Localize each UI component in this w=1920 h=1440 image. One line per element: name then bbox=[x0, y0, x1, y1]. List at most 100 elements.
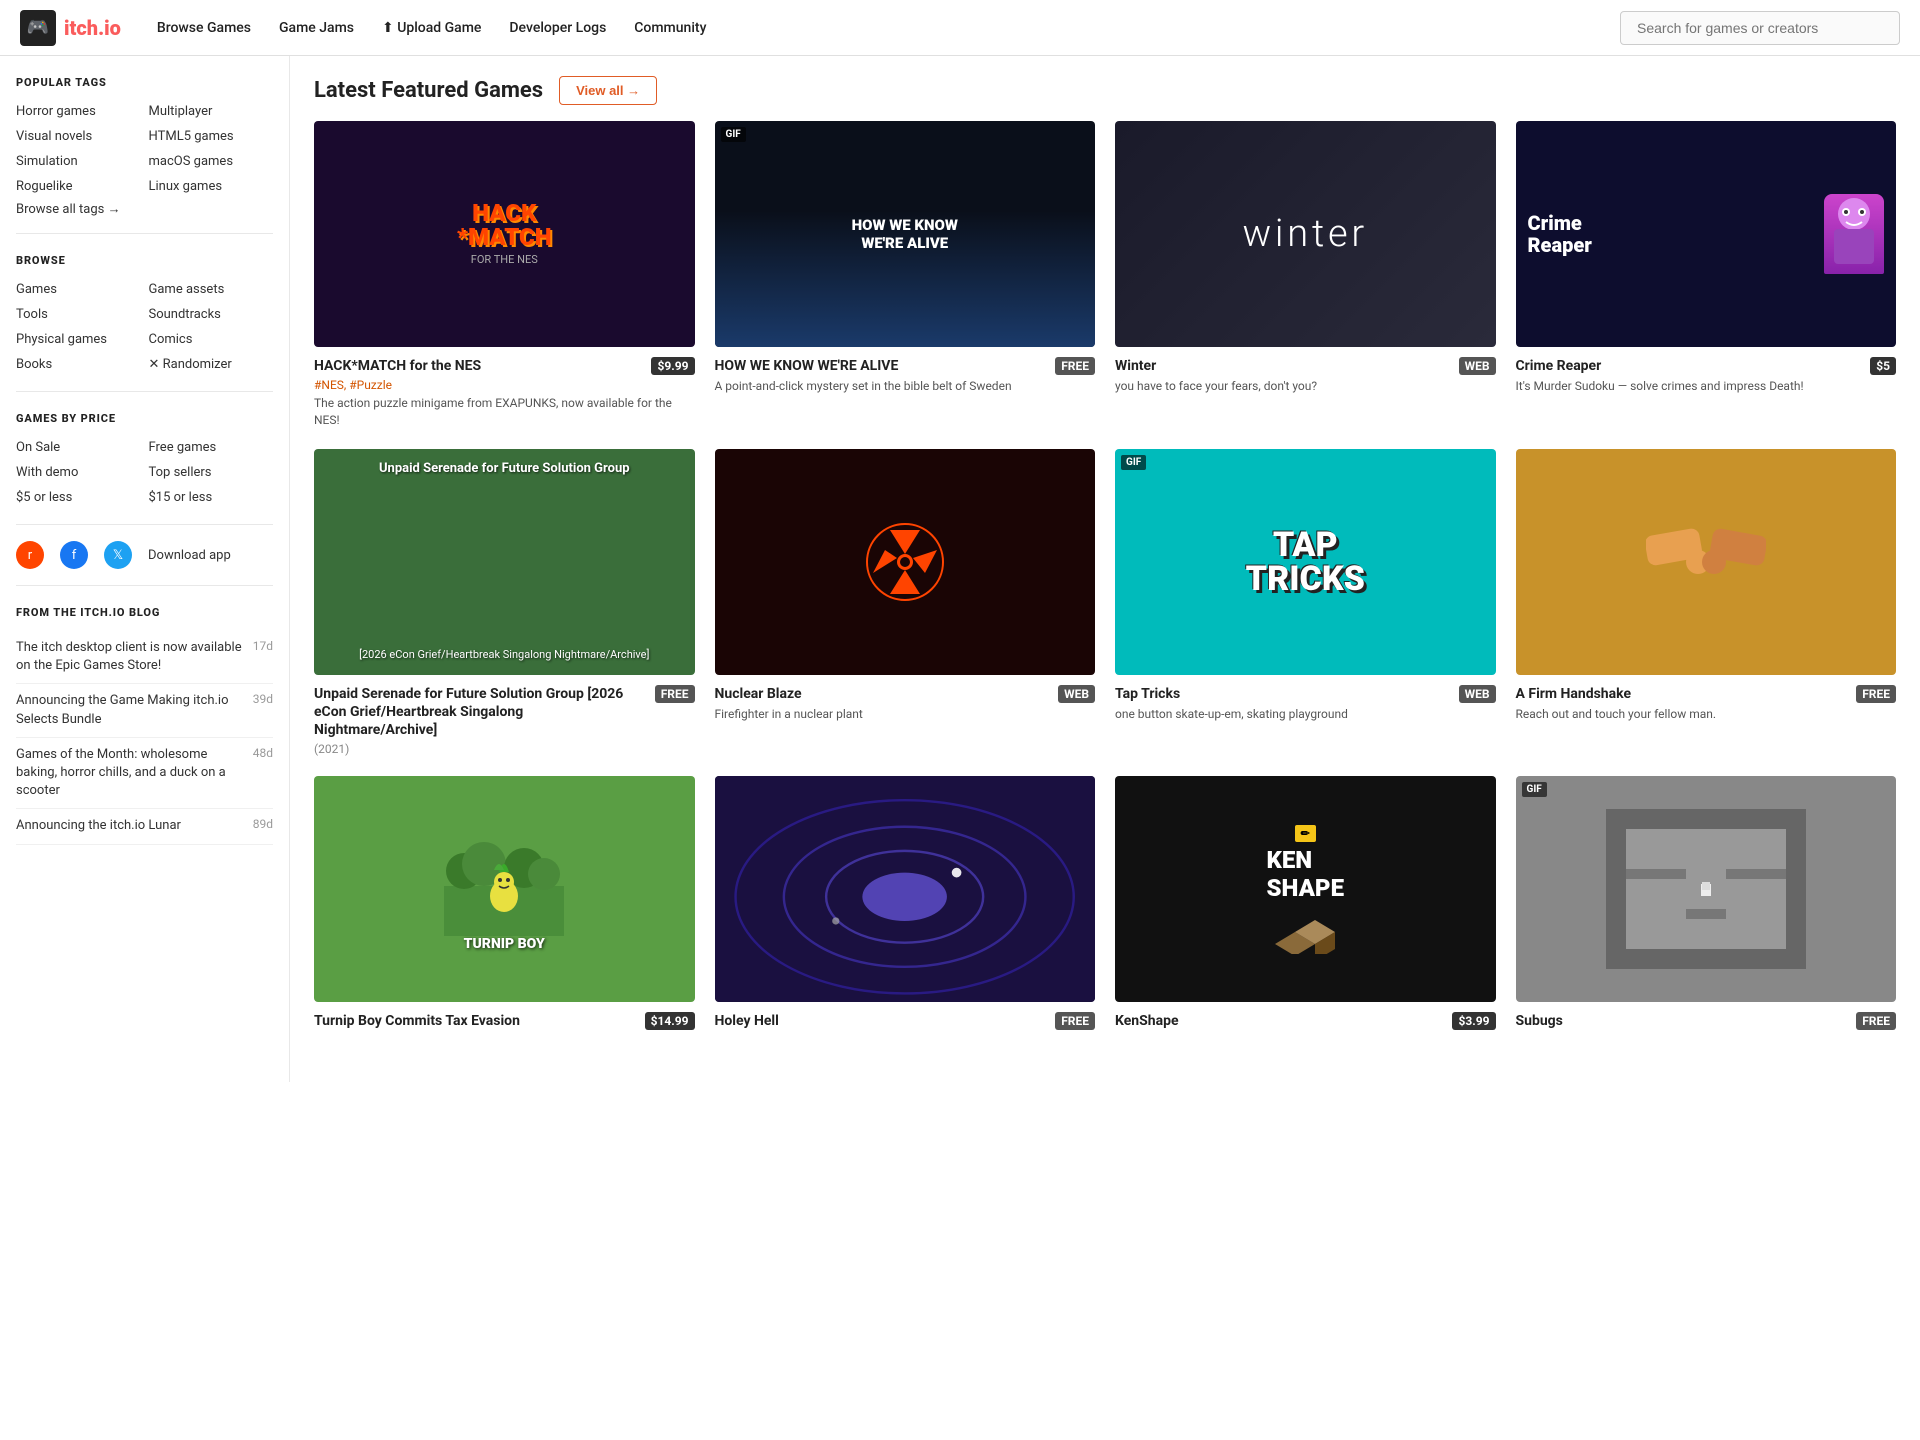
browse-games-link[interactable]: Games bbox=[16, 279, 141, 300]
price-top-sellers-link[interactable]: Top sellers bbox=[149, 462, 274, 483]
blog-item-days: 39d bbox=[253, 692, 273, 728]
blog-section: The itch desktop client is now available… bbox=[16, 631, 273, 845]
price-on-sale-link[interactable]: On Sale bbox=[16, 437, 141, 458]
game-desc: A point-and-click mystery set in the bib… bbox=[715, 378, 1096, 395]
nav-developer-logs[interactable]: Developer Logs bbox=[497, 12, 618, 44]
blog-item[interactable]: Announcing the Game Making itch.io Selec… bbox=[16, 684, 273, 737]
tag-multiplayer[interactable]: Multiplayer bbox=[149, 101, 274, 122]
game-thumbnail-unpaid-serenade: Unpaid Serenade for Future Solution Grou… bbox=[314, 449, 695, 675]
game-price: WEB bbox=[1459, 357, 1496, 375]
nav-browse-games[interactable]: Browse Games bbox=[145, 12, 263, 44]
game-card-turnip-boy[interactable]: TURNIP BOY Turnip Boy Commits Tax Evasio… bbox=[314, 776, 695, 1030]
logo-icon: 🎮 bbox=[20, 10, 56, 46]
game-price: WEB bbox=[1459, 685, 1496, 703]
price-with-demo-link[interactable]: With demo bbox=[16, 462, 141, 483]
search-input[interactable] bbox=[1620, 11, 1900, 45]
game-card-nuclear-blaze[interactable]: Nuclear Blaze WEB Firefighter in a nucle… bbox=[715, 449, 1096, 756]
game-thumbnail-kenshape: ✏ KENSHAPE bbox=[1115, 776, 1496, 1002]
game-desc: you have to face your fears, don't you? bbox=[1115, 378, 1496, 395]
price-5-or-less-link[interactable]: $5 or less bbox=[16, 487, 141, 508]
tag-simulation[interactable]: Simulation bbox=[16, 151, 141, 172]
twitter-icon[interactable]: 𝕏 bbox=[104, 541, 132, 569]
game-tags: #NES, #Puzzle bbox=[314, 378, 695, 392]
blog-title: FROM THE ITCH.IO BLOG bbox=[16, 606, 273, 619]
tag-roguelike[interactable]: Roguelike bbox=[16, 176, 141, 197]
nav-game-jams[interactable]: Game Jams bbox=[267, 12, 366, 44]
game-thumbnail-crime-reaper: CrimeReaper bbox=[1516, 121, 1897, 347]
download-app-link[interactable]: Download app bbox=[148, 548, 231, 563]
game-title: Nuclear Blaze bbox=[715, 685, 1051, 703]
game-card-firm-handshake[interactable]: A Firm Handshake FREE Reach out and touc… bbox=[1516, 449, 1897, 756]
blog-item[interactable]: The itch desktop client is now available… bbox=[16, 631, 273, 684]
game-card-subugs[interactable]: GIF bbox=[1516, 776, 1897, 1030]
tag-html5-games[interactable]: HTML5 games bbox=[149, 126, 274, 147]
nav-community[interactable]: Community bbox=[622, 12, 718, 44]
game-price: FREE bbox=[1055, 357, 1095, 375]
browse-title: BROWSE bbox=[16, 254, 273, 267]
game-title: Tap Tricks bbox=[1115, 685, 1451, 703]
reddit-icon[interactable]: r bbox=[16, 541, 44, 569]
game-thumbnail-turnip-boy: TURNIP BOY bbox=[314, 776, 695, 1002]
blog-item-text: The itch desktop client is now available… bbox=[16, 639, 245, 675]
game-title: Turnip Boy Commits Tax Evasion bbox=[314, 1012, 637, 1030]
gif-badge: GIF bbox=[1121, 455, 1146, 470]
game-thumbnail-nuclear-blaze bbox=[715, 449, 1096, 675]
view-all-button[interactable]: View all → bbox=[559, 76, 657, 105]
game-card-crime-reaper[interactable]: CrimeReaper bbox=[1516, 121, 1897, 429]
game-title: Crime Reaper bbox=[1516, 357, 1863, 375]
game-thumbnail-winter: winter bbox=[1115, 121, 1496, 347]
game-desc: one button skate-up-em, skating playgrou… bbox=[1115, 706, 1496, 723]
game-price: FREE bbox=[1055, 1012, 1095, 1030]
game-thumbnail-holey-hell: GIF bbox=[715, 776, 1096, 1002]
blog-item[interactable]: Announcing the itch.io Lunar 89d bbox=[16, 809, 273, 844]
browse-soundtracks-link[interactable]: Soundtracks bbox=[149, 304, 274, 325]
blog-item-text: Games of the Month: wholesome baking, ho… bbox=[16, 746, 245, 801]
game-title: Subugs bbox=[1516, 1012, 1849, 1030]
logo-text: itch.io bbox=[64, 16, 121, 40]
game-card-hack-match[interactable]: HACK*MATCH FOR THE NES HACK*MATCH for th… bbox=[314, 121, 695, 429]
browse-books-link[interactable]: Books bbox=[16, 354, 141, 375]
site-header: 🎮 itch.io Browse Games Game Jams ⬆ Uploa… bbox=[0, 0, 1920, 56]
game-price: $5 bbox=[1870, 357, 1896, 375]
tag-linux-games[interactable]: Linux games bbox=[149, 176, 274, 197]
game-title: Holey Hell bbox=[715, 1012, 1048, 1030]
game-title: KenShape bbox=[1115, 1012, 1444, 1030]
game-price: FREE bbox=[1856, 1012, 1896, 1030]
price-15-or-less-link[interactable]: $15 or less bbox=[149, 487, 274, 508]
game-price: WEB bbox=[1058, 685, 1095, 703]
game-card-kenshape[interactable]: ✏ KENSHAPE KenShape $3.99 bbox=[1115, 776, 1496, 1030]
blog-item-days: 17d bbox=[253, 639, 273, 675]
game-card-how-we-know[interactable]: GIF HOW WE KNOWWE'RE ALIVE HOW WE KNOW W… bbox=[715, 121, 1096, 429]
blog-item-text: Announcing the Game Making itch.io Selec… bbox=[16, 692, 245, 728]
game-price: FREE bbox=[655, 685, 695, 703]
browse-all-tags-link[interactable]: Browse all tags → bbox=[16, 199, 121, 220]
game-title: Winter bbox=[1115, 357, 1451, 375]
main-content: Latest Featured Games View all → HACK*MA… bbox=[290, 56, 1920, 1082]
game-price: FREE bbox=[1856, 685, 1896, 703]
game-card-unpaid-serenade[interactable]: Unpaid Serenade for Future Solution Grou… bbox=[314, 449, 695, 756]
sidebar: POPULAR TAGS Horror games Multiplayer Vi… bbox=[0, 56, 290, 1082]
browse-randomizer-link[interactable]: ✕ Randomizer bbox=[149, 354, 274, 375]
browse-grid: Games Game assets Tools Soundtracks Phys… bbox=[16, 279, 273, 375]
logo[interactable]: 🎮 itch.io bbox=[20, 10, 121, 46]
browse-tools-link[interactable]: Tools bbox=[16, 304, 141, 325]
game-price: $14.99 bbox=[645, 1012, 695, 1030]
tag-visual-novels[interactable]: Visual novels bbox=[16, 126, 141, 147]
game-card-winter[interactable]: winter Winter WEB you have to face your … bbox=[1115, 121, 1496, 429]
blog-item[interactable]: Games of the Month: wholesome baking, ho… bbox=[16, 738, 273, 810]
social-row: r f 𝕏 Download app bbox=[16, 541, 273, 569]
game-desc: Firefighter in a nuclear plant bbox=[715, 706, 1096, 723]
game-card-tap-tricks[interactable]: GIF TAPTRICKS Tap Tricks WEB one button … bbox=[1115, 449, 1496, 756]
browse-comics-link[interactable]: Comics bbox=[149, 329, 274, 350]
tag-macos-games[interactable]: macOS games bbox=[149, 151, 274, 172]
game-card-holey-hell[interactable]: GIF Holey Hell FREE bbox=[715, 776, 1096, 1030]
nav-upload-game[interactable]: ⬆ Upload Game bbox=[370, 12, 493, 44]
browse-game-assets-link[interactable]: Game assets bbox=[149, 279, 274, 300]
price-free-games-link[interactable]: Free games bbox=[149, 437, 274, 458]
blog-item-days: 48d bbox=[253, 746, 273, 801]
game-desc: The action puzzle minigame from EXAPUNKS… bbox=[314, 395, 695, 429]
popular-tags-grid: Horror games Multiplayer Visual novels H… bbox=[16, 101, 273, 197]
browse-physical-games-link[interactable]: Physical games bbox=[16, 329, 141, 350]
tag-horror-games[interactable]: Horror games bbox=[16, 101, 141, 122]
facebook-icon[interactable]: f bbox=[60, 541, 88, 569]
